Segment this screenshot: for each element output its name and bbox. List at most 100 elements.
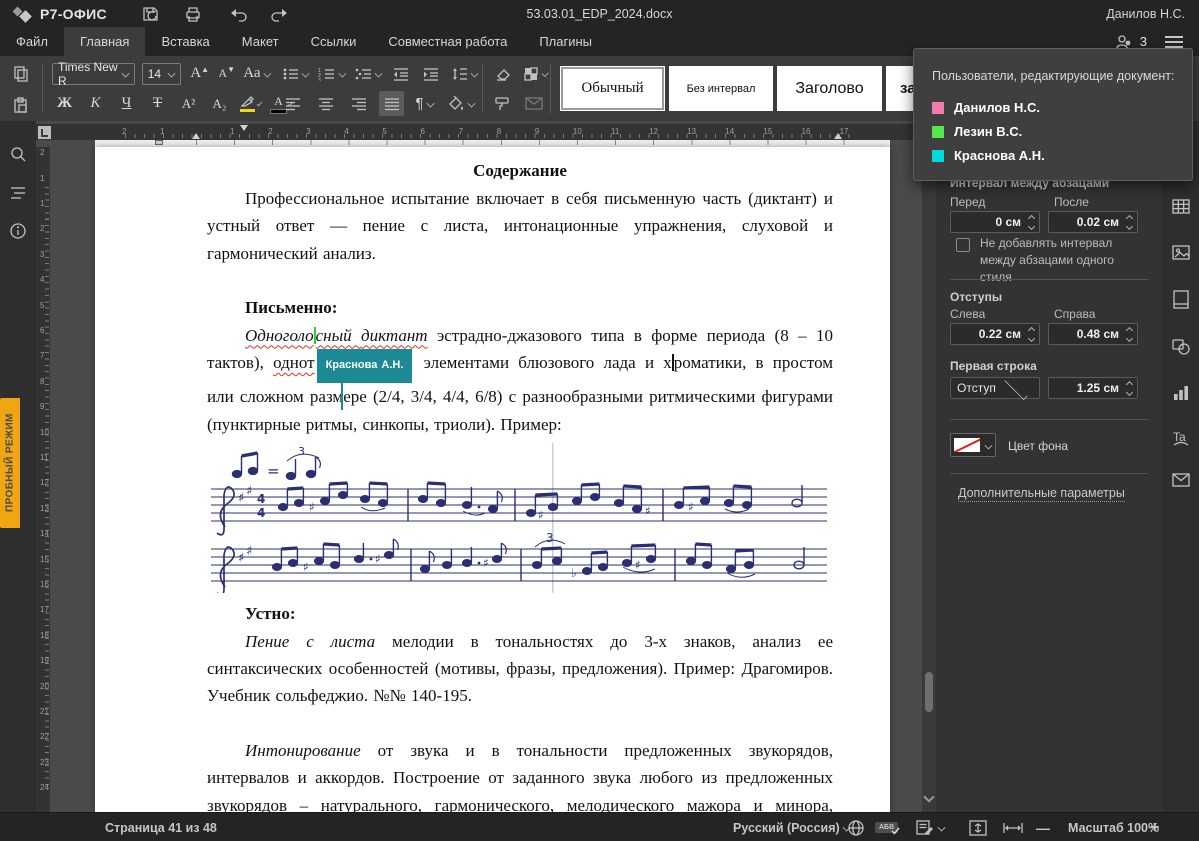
scroll-down-icon[interactable] [923,791,934,802]
ruler-page-strip [95,140,890,147]
image-settings-icon[interactable] [1171,243,1191,261]
shading-icon[interactable] [445,91,477,116]
italic-button[interactable]: К [83,91,108,116]
ruler-number: 9 [40,402,44,411]
navigation-icon[interactable] [8,185,28,201]
numbered-list-icon[interactable]: 123 [316,61,347,86]
vertical-ruler[interactable]: 2112345678910111213141516171819202122232… [36,147,50,812]
indent-right-spinner[interactable]: 0.48 см [1048,323,1138,345]
bullet-list-icon[interactable] [280,61,311,86]
application-window: Р7-ОФИС 53.03.01_EDP_2024.docx Данилов Н… [0,0,1199,841]
copy-style-icon[interactable] [490,91,515,116]
ruler-number: 14 [40,529,49,538]
svg-text:♯: ♯ [309,500,315,514]
ruler-number: 10 [40,428,49,437]
align-right-icon[interactable] [346,91,371,116]
scrollbar-thumb[interactable] [925,672,933,712]
user-color-swatch [932,150,944,162]
spacing-after-spinner[interactable]: 0.02 см [1048,211,1138,233]
track-changes-icon[interactable] [915,813,945,841]
tab-layout[interactable]: Макет [226,27,295,56]
style-heading1[interactable]: Заголово [777,66,882,111]
first-line-select[interactable]: Отступ [950,377,1040,399]
change-case-icon[interactable]: Аа [241,61,272,86]
text-art-settings-icon[interactable]: Ta [1171,429,1191,448]
background-color-picker[interactable] [950,433,996,457]
advanced-settings-link[interactable]: Дополнительные параметры [958,486,1125,502]
bold-button[interactable]: Ж [52,91,77,116]
undo-icon[interactable] [227,6,249,22]
oral-heading: Устно: [207,600,833,627]
tab-plugins[interactable]: Плагины [523,27,608,56]
table-settings-icon[interactable] [1171,197,1191,215]
ruler-number: 8 [497,127,501,136]
left-margin-marker[interactable] [155,140,163,145]
line-spacing-icon[interactable] [449,61,480,86]
paragraph-marks-icon[interactable]: ¶ [412,91,437,116]
tab-references[interactable]: Ссылки [295,27,373,56]
paste-icon[interactable] [8,92,33,117]
info-icon[interactable] [8,221,28,241]
save-icon[interactable] [141,5,161,23]
vertical-scrollbar[interactable] [922,121,936,812]
font-name-select[interactable]: Times New R [52,63,135,85]
no-interval-checkbox[interactable] [956,238,970,252]
decrease-indent-icon[interactable] [389,61,414,86]
underline-button[interactable]: Ч [114,91,139,116]
shape-settings-icon[interactable] [1171,337,1191,356]
tab-insert[interactable]: Вставка [145,27,225,56]
tab-home[interactable]: Главная [64,27,145,56]
r7-logo-icon [12,6,34,22]
zoom-in-button[interactable]: + [1150,813,1159,841]
user-name: Краснова А.Н. [954,148,1045,163]
fit-width-icon[interactable] [1002,813,1024,841]
doc-heading: Содержание [207,157,833,184]
multilevel-list-icon[interactable] [353,61,384,86]
highlight-color-button[interactable] [238,91,263,116]
left-indent-marker[interactable] [192,133,200,139]
align-justify-icon[interactable] [379,91,404,116]
ruler-number: 2 [122,127,126,136]
strikethrough-button[interactable]: Т [145,91,170,116]
ruler-number: 7 [40,351,44,360]
increase-font-icon[interactable]: А▲ [187,61,212,86]
hamburger-menu-icon[interactable] [1165,36,1183,48]
decrease-font-icon[interactable]: А▼ [214,61,239,86]
tab-collaboration[interactable]: Совместная работа [372,27,523,56]
indent-left-spinner[interactable]: 0.22 см [950,323,1040,345]
print-icon[interactable] [183,5,203,23]
paragraph-settings-panel: Интервал между абзацами Перед После 0 см… [936,121,1162,812]
page-indicator[interactable]: Страница 41 из 48 [105,813,217,841]
first-line-spinner[interactable]: 1.25 см [1048,377,1138,399]
spellcheck-toggle[interactable]: АБВ [875,813,898,841]
style-normal[interactable]: Обычный [560,66,665,111]
borders-icon[interactable] [521,61,550,86]
style-no-spacing[interactable]: Без интервал [669,66,773,111]
trial-mode-badge: ПРОБНЫЙ РЕЖИМ [0,398,20,528]
align-center-icon[interactable] [313,91,338,116]
horizontal-ruler[interactable]: 211234567891011121314151617 [36,124,922,140]
mail-merge-settings-icon[interactable] [1171,473,1191,487]
clear-style-icon[interactable] [490,61,515,86]
increase-indent-icon[interactable] [419,61,444,86]
before-label: Перед [950,195,985,209]
fit-page-icon[interactable] [968,813,988,841]
first-line-indent-marker[interactable] [240,125,248,131]
headers-footers-settings-icon[interactable] [1171,289,1191,309]
align-left-icon[interactable] [280,91,305,116]
language-selector[interactable]: Русский (Россия) [733,813,850,841]
search-icon[interactable] [8,145,28,165]
document-page[interactable]: Содержание Профессиональное испытание вк… [95,147,890,812]
copy-icon[interactable] [8,60,33,85]
redo-icon[interactable] [269,6,291,22]
subscript-button[interactable]: А₂ [207,91,232,116]
superscript-button[interactable]: А² [176,91,201,116]
spacing-before-spinner[interactable]: 0 см [950,211,1040,233]
tab-file[interactable]: Файл [0,27,64,56]
chart-settings-icon[interactable] [1171,384,1191,402]
zoom-out-button[interactable]: — [1036,813,1050,841]
tab-selector-box[interactable] [38,126,51,139]
set-language-globe-icon[interactable] [847,813,865,841]
mail-merge-icon[interactable] [521,91,546,116]
font-size-select[interactable]: 14 [142,63,182,85]
